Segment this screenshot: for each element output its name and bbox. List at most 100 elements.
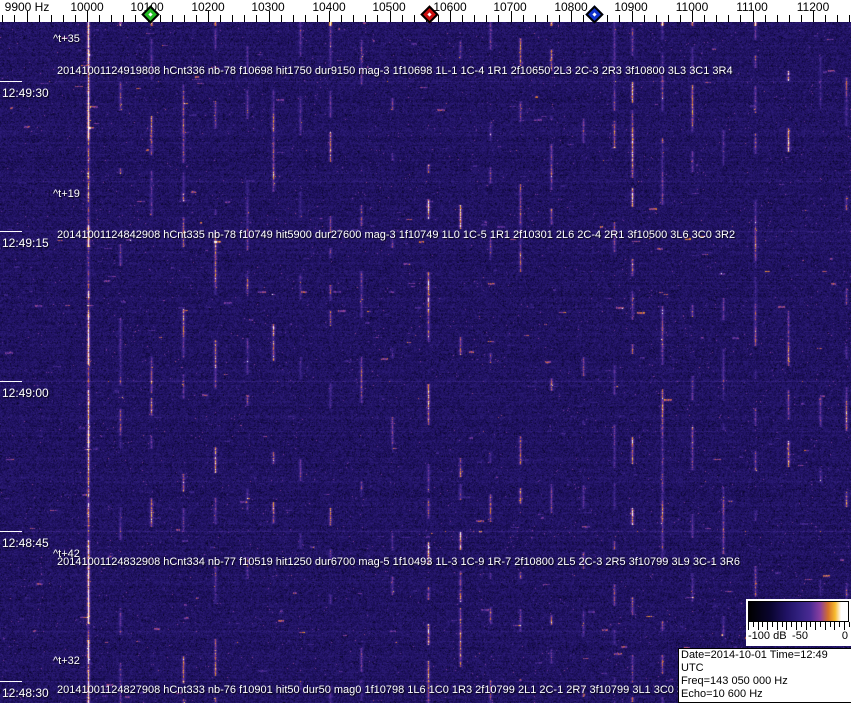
db-tick-mark (772, 622, 773, 627)
freq-tick-label: 9900 Hz (4, 0, 50, 14)
freq-tick-mark (159, 15, 161, 22)
detection-log-annotation: 20141001124832908 hCnt334 nb-77 f10519 h… (57, 556, 740, 568)
db-tick-mark (796, 622, 797, 630)
freq-tick-mark (558, 15, 560, 22)
freq-tick-mark (244, 15, 246, 22)
freq-tick-mark (2, 15, 4, 22)
freq-tick-mark (62, 15, 64, 22)
db-tick-mark (762, 622, 764, 627)
detection-log-annotation: 20141001124827908 hCnt333 nb-76 f10901 h… (57, 684, 698, 696)
freq-tick-mark (99, 15, 101, 22)
db-tick-mark (767, 622, 769, 630)
freq-tick-mark (280, 15, 282, 22)
freq-tick-mark (50, 15, 52, 22)
freq-tick-mark (776, 15, 778, 22)
db-tick-mark (834, 622, 836, 630)
freq-tick-mark (522, 15, 524, 22)
freq-tick-mark (607, 15, 609, 22)
freq-tick-mark (365, 15, 367, 22)
freq-tick-mark (462, 15, 464, 22)
freq-tick-label: 10400 (312, 0, 346, 14)
freq-tick-mark (655, 15, 657, 22)
freq-tick-mark (195, 15, 197, 22)
freq-tick-mark (135, 15, 137, 22)
db-tick-mark (786, 622, 788, 630)
db-tick-mark (844, 622, 845, 630)
time-label: 12:49:15 (2, 236, 49, 250)
freq-tick-mark (232, 15, 234, 22)
freq-tick-mark (413, 15, 415, 22)
detection-log-annotation: 20141001124842908 hCnt335 nb-78 f10749 h… (57, 229, 736, 241)
meteor-echo-spectrogram-window: 9900 Hz100001010010200103001040010500106… (0, 0, 851, 703)
freq-tick-mark (74, 15, 76, 22)
color-gradient-bar (748, 601, 849, 622)
db-tick-mark (848, 622, 850, 627)
freq-tick-mark (837, 15, 839, 22)
time-label: 12:49:30 (2, 86, 49, 100)
db-tick-mark (791, 622, 793, 627)
freq-tick-mark (341, 15, 343, 22)
db-tick-mark (810, 622, 812, 627)
status-info-box: Date=2014-10-01 Time=12:49 UTC Freq=143 … (678, 648, 851, 703)
time-label: 12:48:30 (2, 686, 49, 700)
freq-tick-mark (740, 15, 742, 22)
freq-tick-mark (679, 15, 681, 22)
green-marker-center-dot (147, 12, 153, 17)
legend-max-db-label: 0 (841, 630, 848, 642)
info-freq-line: Freq=143 050 000 Hz (681, 675, 788, 687)
db-tick-mark (776, 622, 778, 630)
red-marker-center-dot (426, 12, 432, 17)
freq-tick-label: 10700 (493, 0, 527, 14)
freq-tick-label: 11100 (736, 0, 768, 14)
info-date-line: Date=2014-10-01 Time=12:49 UTC (681, 649, 828, 674)
freq-tick-mark (220, 15, 222, 22)
spectrogram-waterfall-canvas (0, 22, 851, 703)
freq-tick-mark (38, 15, 40, 22)
freq-tick-mark (764, 15, 766, 22)
freq-tick-mark (316, 15, 318, 22)
freq-tick-mark (546, 15, 548, 22)
freq-tick-mark (14, 15, 16, 22)
freq-tick-mark (716, 15, 718, 22)
detection-log-annotation: 20141001124919808 hCnt336 nb-78 f10698 h… (57, 65, 733, 77)
db-tick-mark (815, 622, 817, 630)
freq-tick-mark (437, 15, 439, 22)
freq-tick-mark (825, 15, 827, 22)
db-tick-mark (752, 622, 754, 627)
time-tick-mark (0, 231, 22, 232)
freq-tick-label: 11000 (675, 0, 709, 14)
time-tick-mark (0, 81, 22, 82)
freq-tick-mark (304, 15, 306, 22)
freq-tick-mark (377, 15, 379, 22)
legend-mid-db-label: -50 (792, 630, 808, 642)
info-echo-line: Echo=10 600 Hz (681, 688, 763, 700)
freq-tick-mark (849, 15, 851, 22)
db-tick-mark (800, 622, 802, 627)
freq-tick-label: 10200 (191, 0, 225, 14)
freq-tick-mark (256, 15, 258, 22)
freq-tick-mark (643, 15, 645, 22)
freq-tick-mark (728, 15, 730, 22)
time-tick-mark (0, 681, 22, 682)
freq-tick-mark (667, 15, 669, 22)
freq-tick-mark (111, 15, 113, 22)
time-label: 12:49:00 (2, 386, 49, 400)
db-tick-mark (824, 622, 826, 630)
freq-tick-mark (486, 15, 488, 22)
peak-time-annotation: ^t+32 (53, 655, 80, 667)
freq-tick-mark (800, 15, 802, 22)
peak-time-annotation: ^t+19 (53, 188, 80, 200)
freq-tick-mark (401, 15, 403, 22)
freq-tick-mark (292, 15, 294, 22)
freq-tick-mark (619, 15, 621, 22)
freq-tick-mark (183, 15, 185, 22)
db-scale-labels: -100 dB -50 0 (746, 630, 851, 644)
freq-tick-label: 10600 (433, 0, 467, 14)
frequency-axis: 9900 Hz100001010010200103001040010500106… (0, 0, 851, 24)
blue-marker-center-dot (591, 12, 597, 17)
freq-tick-mark (534, 15, 536, 22)
freq-tick-mark (123, 15, 125, 22)
freq-tick-label: 10000 (70, 0, 104, 14)
freq-tick-label: 11200 (796, 0, 830, 14)
freq-tick-mark (171, 15, 173, 22)
